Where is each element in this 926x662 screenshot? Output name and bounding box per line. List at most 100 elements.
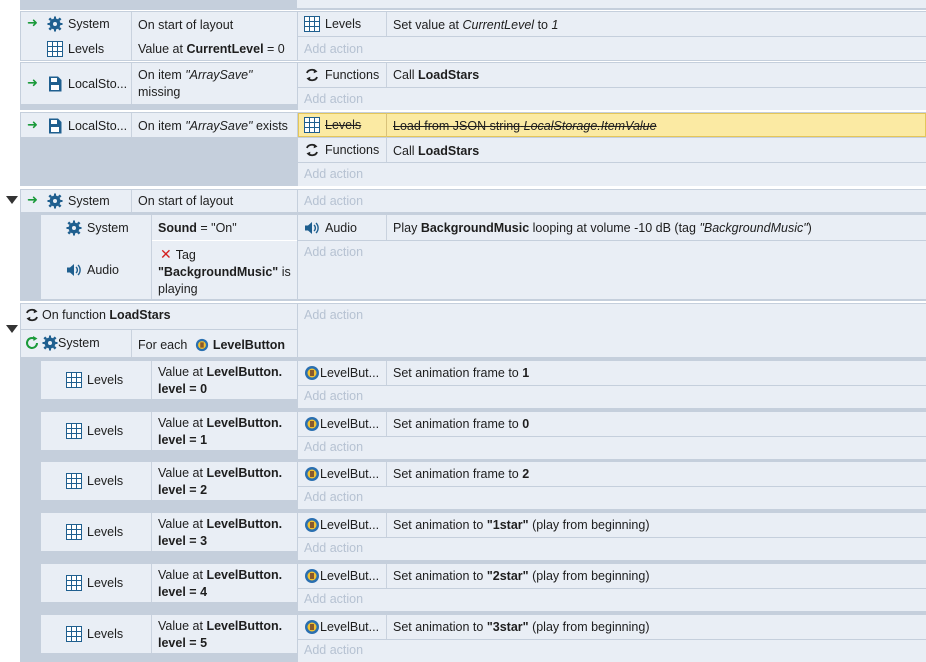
add-action-link[interactable]: Add action bbox=[304, 643, 363, 657]
event-2-action-text: Call LoadStars bbox=[393, 68, 480, 82]
object-name: Functions bbox=[325, 143, 380, 157]
object-name: Levels bbox=[87, 373, 124, 387]
sprite-icon bbox=[305, 569, 319, 583]
foreach-text: For each LevelButton bbox=[138, 338, 286, 352]
sub-event-cond-text-line2: level = 5 bbox=[158, 636, 208, 650]
object-name: Levels bbox=[325, 17, 362, 31]
add-action-link[interactable]: Add action bbox=[304, 245, 363, 259]
divider bbox=[131, 113, 132, 137]
divider bbox=[386, 513, 387, 537]
invert-x-icon: ✕ bbox=[160, 246, 172, 262]
sprite-icon bbox=[305, 467, 319, 481]
sub-event-4-cond2-object: Audio bbox=[66, 262, 119, 278]
gear-icon bbox=[47, 16, 63, 32]
sub-event-cond-text: Value at LevelButton. bbox=[158, 619, 283, 633]
grid-array-icon bbox=[304, 117, 320, 133]
object-name: LevelBut... bbox=[320, 620, 380, 634]
event-4-add-action-row bbox=[298, 190, 926, 212]
sub-event-action-text: Set animation frame to 2 bbox=[393, 467, 530, 481]
collapse-triangle-icon[interactable] bbox=[6, 325, 18, 333]
add-action-link[interactable]: Add action bbox=[304, 42, 363, 56]
sub-event-action-text: Set animation to "1star" (play from begi… bbox=[393, 518, 650, 532]
sub-event-cond-text-line2: level = 3 bbox=[158, 534, 208, 548]
divider bbox=[386, 12, 387, 36]
sub-event-action-object: LevelBut... bbox=[304, 466, 379, 482]
event-2-cond-text-line2: missing bbox=[138, 85, 181, 99]
sub-event-4-action-text: Play BackgroundMusic looping at volume -… bbox=[393, 221, 812, 235]
event-3-action-2-text: Call LoadStars bbox=[393, 144, 480, 158]
event-2-add-action-row bbox=[298, 88, 926, 110]
gear-icon bbox=[47, 193, 63, 209]
sub-event-action-text: Set animation frame to 1 bbox=[393, 366, 530, 380]
sub-event-cond-text-line2: level = 0 bbox=[158, 382, 208, 396]
grid-array-icon bbox=[66, 473, 82, 489]
local-storage-icon bbox=[49, 76, 62, 92]
sprite-icon bbox=[305, 417, 319, 431]
function-loop-icon bbox=[26, 308, 38, 322]
event-4-cond-text: On start of layout bbox=[138, 194, 234, 208]
add-action-link[interactable]: Add action bbox=[304, 490, 363, 504]
object-name: System bbox=[87, 221, 129, 235]
sub-event-add-action-row bbox=[298, 386, 926, 408]
divider bbox=[386, 615, 387, 639]
sprite-icon bbox=[305, 518, 319, 532]
loop-arrow-icon bbox=[26, 336, 38, 349]
add-action-link[interactable]: Add action bbox=[304, 440, 363, 454]
sub-event-cond-object: Levels bbox=[66, 524, 123, 540]
divider bbox=[151, 361, 152, 399]
divider bbox=[151, 564, 152, 602]
object-name: LevelBut... bbox=[320, 518, 380, 532]
sub-event-4-cond2-text-line3: playing bbox=[158, 282, 198, 296]
event-4-cond-object: System bbox=[47, 193, 110, 209]
sub-event-cond-text: Value at LevelButton. bbox=[158, 517, 283, 531]
grid-array-icon bbox=[66, 372, 82, 388]
add-action-link[interactable]: Add action bbox=[304, 592, 363, 606]
sub-event-4-action-object: Audio bbox=[304, 220, 357, 236]
object-name: LocalSto... bbox=[68, 119, 128, 133]
add-action-link[interactable]: Add action bbox=[304, 308, 363, 322]
sub-event-4-add-action-row bbox=[298, 241, 926, 299]
add-action-link[interactable]: Add action bbox=[304, 389, 363, 403]
add-action-link[interactable]: Add action bbox=[304, 92, 363, 106]
function-loop-icon bbox=[306, 143, 318, 157]
sub-event-4-cond2-text-line2: "BackgroundMusic" is bbox=[158, 265, 291, 279]
sub-event-cond-text: Value at LevelButton. bbox=[158, 466, 283, 480]
trigger-arrow-icon: ➜ bbox=[27, 192, 38, 207]
add-action-link[interactable]: Add action bbox=[304, 167, 363, 181]
sub-event-action-object: LevelBut... bbox=[304, 416, 379, 432]
add-action-link[interactable]: Add action bbox=[304, 541, 363, 555]
speaker-icon bbox=[67, 264, 81, 276]
object-name: System bbox=[68, 17, 110, 31]
collapse-triangle-icon[interactable] bbox=[6, 196, 18, 204]
object-name: LevelBut... bbox=[320, 569, 380, 583]
sub-event-add-action-row bbox=[298, 437, 926, 459]
divider bbox=[386, 412, 387, 436]
object-name: Levels bbox=[87, 424, 124, 438]
gear-icon bbox=[42, 335, 58, 351]
function-add-action-row bbox=[298, 304, 926, 357]
sub-event-4-cond1-text: Sound = "On" bbox=[158, 221, 237, 235]
sub-event-action-object: LevelBut... bbox=[304, 365, 379, 381]
event-1-cond2-text: Value at CurrentLevel = 0 bbox=[138, 42, 285, 56]
sprite-icon bbox=[305, 366, 319, 380]
grid-array-icon bbox=[304, 16, 320, 32]
add-action-link[interactable]: Add action bbox=[304, 194, 363, 208]
sub-event-cond-text-line2: level = 4 bbox=[158, 585, 208, 599]
sprite-icon bbox=[305, 620, 319, 634]
divider bbox=[386, 564, 387, 588]
sub-event-action-object: LevelBut... bbox=[304, 568, 379, 584]
divider bbox=[131, 63, 132, 104]
object-name: Levels bbox=[87, 576, 124, 590]
previous-add-action[interactable] bbox=[297, 0, 926, 8]
object-name: Levels bbox=[87, 627, 124, 641]
sub-event-add-action-row bbox=[298, 589, 926, 611]
divider bbox=[151, 412, 152, 450]
sub-event-action-text: Set animation frame to 0 bbox=[393, 417, 530, 431]
divider bbox=[386, 215, 387, 240]
grid-array-icon bbox=[66, 626, 82, 642]
sub-event-cond-object: Levels bbox=[66, 575, 123, 591]
sub-event-4-cond1-object: System bbox=[66, 220, 129, 236]
trigger-arrow-icon: ➜ bbox=[27, 75, 38, 90]
divider bbox=[151, 215, 152, 299]
sub-event-cond-object: Levels bbox=[66, 626, 123, 642]
